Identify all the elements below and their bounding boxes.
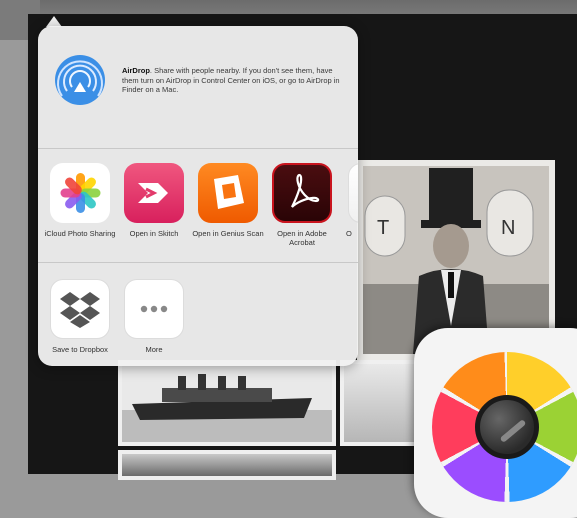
man-top-hat-illustration: T N (363, 166, 549, 354)
airdrop-icon (55, 55, 105, 105)
more-dots-icon (124, 279, 184, 339)
action-more[interactable]: More (116, 279, 192, 354)
background-photo-ship[interactable] (118, 360, 336, 446)
share-item-label: Open in Adobe Acrobat (277, 229, 327, 247)
color-wheel-app-icon (414, 328, 577, 518)
dropbox-icon (50, 279, 110, 339)
share-apps-row: iCloud Photo Sharing Open in Skitch Open… (38, 149, 358, 263)
share-item-label: Open in Genius Scan (192, 229, 264, 238)
partial-app-icon (348, 163, 358, 223)
share-item-label: Open in Skitch (129, 229, 179, 238)
share-item-open-in-adobe-acrobat[interactable]: Open in Adobe Acrobat (264, 163, 340, 247)
acrobat-icon (272, 163, 332, 223)
airdrop-body: . Share with people nearby. If you don't… (122, 66, 340, 94)
genius-scan-icon (198, 163, 258, 223)
skitch-icon (124, 163, 184, 223)
share-item-label: iCloud Photo Sharing (44, 229, 116, 238)
share-item-open-in-skitch[interactable]: Open in Skitch (116, 163, 192, 238)
sign-letter-right: N (501, 217, 515, 239)
action-label: Save to Dropbox (52, 345, 108, 354)
share-item-icloud-photo-sharing[interactable]: iCloud Photo Sharing (42, 163, 118, 238)
sign-letter-left: T (377, 217, 389, 239)
airdrop-description: AirDrop. Share with people nearby. If yo… (122, 66, 347, 95)
action-label: More (145, 345, 163, 354)
action-save-to-dropbox[interactable]: Save to Dropbox (42, 279, 118, 354)
ship-illustration (122, 364, 332, 442)
photos-icon (50, 163, 110, 223)
share-item-open-in-genius-scan[interactable]: Open in Genius Scan (190, 163, 266, 238)
color-wheel-center (475, 395, 539, 459)
airdrop-section[interactable]: AirDrop. Share with people nearby. If yo… (38, 26, 358, 149)
share-sheet-popover: AirDrop. Share with people nearby. If yo… (38, 26, 358, 366)
share-item-partial[interactable]: O (338, 163, 358, 238)
share-item-label: O (346, 229, 352, 238)
background-photo-bottom[interactable] (118, 450, 336, 480)
airdrop-title: AirDrop (122, 66, 150, 75)
color-wheel (432, 352, 577, 502)
share-actions-row: Save to Dropbox More (38, 263, 358, 366)
